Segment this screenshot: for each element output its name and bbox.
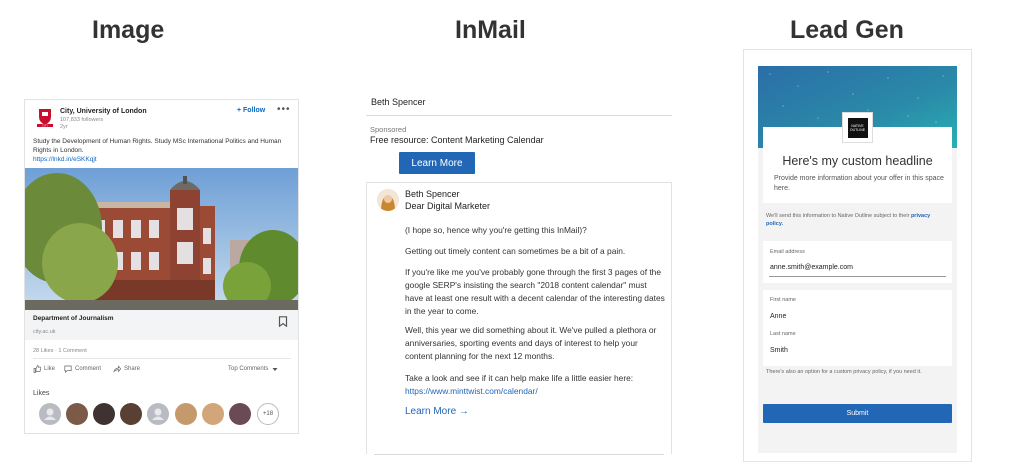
more-likers-button[interactable]: +18 bbox=[257, 403, 279, 425]
form-description: Provide more information about your offe… bbox=[774, 175, 944, 192]
sender-photo bbox=[377, 189, 399, 211]
comment-label: Comment bbox=[75, 366, 102, 372]
image-heading: Image bbox=[92, 16, 165, 44]
inmail-subject: Free resource: Content Marketing Calenda… bbox=[370, 135, 544, 145]
learn-more-link[interactable]: Learn More → bbox=[405, 406, 469, 417]
message-paragraph: If you're like me you've probably gone t… bbox=[405, 267, 665, 316]
link-preview-title[interactable]: Department of Journalism bbox=[33, 315, 114, 322]
message-greeting: Dear Digital Marketer bbox=[405, 201, 491, 211]
social-actions-bar: Like Comment Share Top Comments bbox=[33, 365, 291, 375]
like-label: Like bbox=[44, 366, 56, 372]
first-name-field[interactable]: Anne bbox=[770, 313, 786, 320]
share-label: Share bbox=[124, 366, 141, 372]
email-label: Email address bbox=[770, 249, 805, 255]
post-age: 2yr bbox=[60, 124, 68, 130]
post-link[interactable]: https://lnkd.in/eSKKqjt bbox=[33, 156, 97, 163]
like-button[interactable]: Like bbox=[33, 365, 55, 373]
calendar-link[interactable]: https://www.minttwist.com/calendar/ bbox=[405, 386, 538, 396]
leadgen-heading: Lead Gen bbox=[790, 16, 904, 44]
divider bbox=[374, 454, 664, 455]
inmail-heading: InMail bbox=[455, 16, 526, 44]
image-ad-card: CITY City, University of London 107,833 … bbox=[24, 99, 299, 434]
person-placeholder-icon bbox=[152, 408, 164, 420]
message-paragraph: Well, this year we did something about i… bbox=[405, 325, 657, 361]
reaction-counts[interactable]: 28 Likes · 1 Comment bbox=[33, 348, 87, 354]
message-text: Take a look and see if it can help make … bbox=[405, 373, 634, 383]
bookmark-icon[interactable] bbox=[278, 316, 288, 327]
logo-mark: NATIVE OUTLINE bbox=[847, 117, 868, 138]
comment-icon bbox=[64, 365, 72, 373]
liker-avatar[interactable] bbox=[93, 403, 115, 425]
submit-button[interactable]: Submit bbox=[763, 404, 952, 423]
liker-avatar[interactable] bbox=[175, 403, 197, 425]
email-field-underline bbox=[769, 276, 946, 277]
comment-button[interactable]: Comment bbox=[64, 365, 101, 373]
likes-heading: Likes bbox=[33, 390, 50, 397]
sponsored-label: Sponsored bbox=[370, 125, 407, 134]
svg-text:CITY: CITY bbox=[42, 124, 48, 128]
sort-label: Top Comments bbox=[228, 366, 269, 372]
privacy-notice-text: We'll send this information to Native Ou… bbox=[766, 213, 911, 219]
sort-comments-dropdown[interactable]: Top Comments bbox=[228, 365, 279, 373]
building-photo[interactable] bbox=[25, 168, 299, 310]
message-paragraph: (I hope so, hence why you're getting thi… bbox=[405, 225, 587, 235]
company-name[interactable]: City, University of London bbox=[60, 108, 147, 115]
liker-avatar[interactable] bbox=[147, 403, 169, 425]
more-options-icon[interactable]: ••• bbox=[277, 104, 291, 115]
post-text: Study the Development of Human Rights. S… bbox=[33, 138, 282, 154]
share-icon bbox=[113, 365, 121, 373]
first-name-label: First name bbox=[770, 297, 796, 303]
divider bbox=[33, 358, 291, 359]
privacy-notice: We'll send this information to Native Ou… bbox=[766, 212, 948, 228]
liker-avatar[interactable] bbox=[120, 403, 142, 425]
city-university-logo[interactable]: CITY bbox=[36, 108, 54, 128]
message-sender[interactable]: Beth Spencer bbox=[405, 189, 460, 199]
last-name-label: Last name bbox=[770, 331, 796, 337]
message-paragraph: Take a look and see if it can help make … bbox=[405, 372, 665, 398]
company-logo: NATIVE OUTLINE bbox=[842, 112, 873, 143]
thumbs-up-icon bbox=[33, 365, 41, 373]
learn-more-button[interactable]: Learn More bbox=[399, 152, 475, 174]
share-button[interactable]: Share bbox=[113, 365, 140, 373]
liker-avatar[interactable] bbox=[202, 403, 224, 425]
inmail-sender-name[interactable]: Beth Spencer bbox=[371, 97, 426, 107]
message-paragraph: Getting out timely content can sometimes… bbox=[405, 246, 626, 256]
follow-button[interactable]: + Follow bbox=[237, 107, 265, 114]
lead-gen-form: NATIVE OUTLINE Here's my custom headline… bbox=[743, 49, 972, 462]
person-placeholder-icon bbox=[44, 408, 56, 420]
form-headline: Here's my custom headline bbox=[782, 154, 933, 168]
email-field[interactable]: anne.smith@example.com bbox=[770, 264, 853, 271]
sender-avatar[interactable] bbox=[377, 189, 399, 211]
last-name-field[interactable]: Smith bbox=[770, 347, 788, 354]
liker-avatar[interactable] bbox=[66, 403, 88, 425]
follower-count: 107,833 followers bbox=[60, 117, 104, 123]
caret-down-icon bbox=[272, 368, 278, 371]
liker-avatar[interactable] bbox=[229, 403, 251, 425]
liker-avatar[interactable] bbox=[39, 403, 61, 425]
custom-privacy-note: There's also an option for a custom priv… bbox=[766, 369, 922, 375]
link-preview-domain: city.ac.uk bbox=[33, 329, 56, 335]
